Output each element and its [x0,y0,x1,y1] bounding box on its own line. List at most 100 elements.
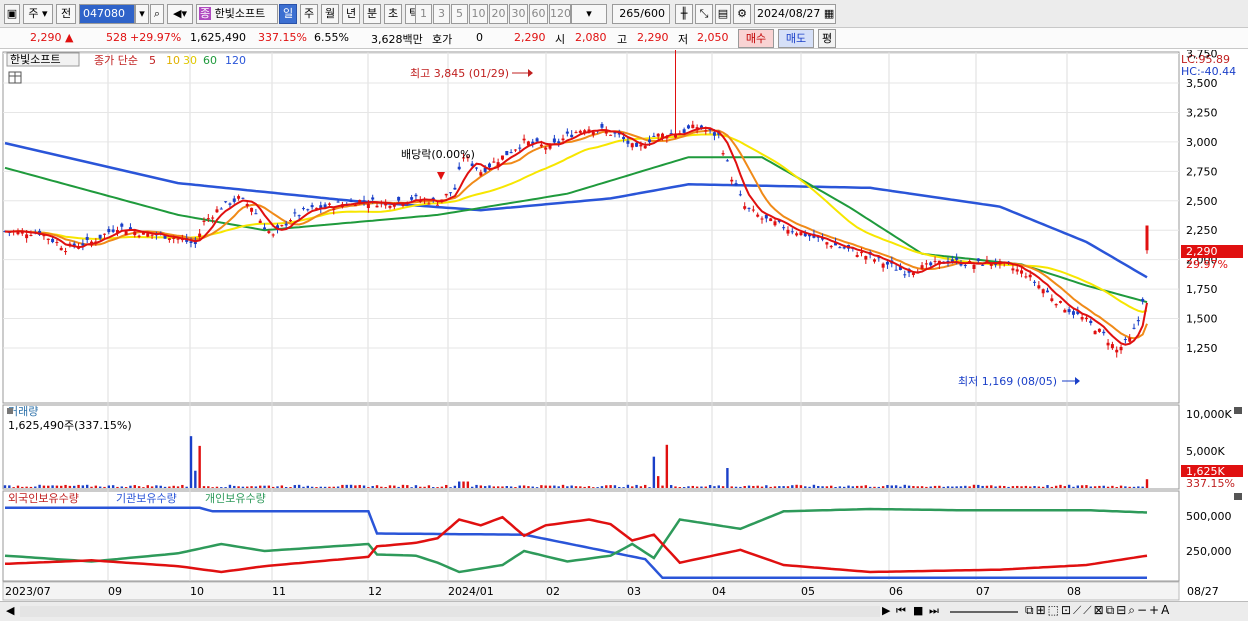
candle-body [375,205,379,208]
stock-name-field[interactable]: 종 한빛소프트 [196,4,278,24]
calendar-icon[interactable]: ▦ [824,7,834,20]
volume-bar [60,485,63,488]
x-tick-13: 08/27 [1187,585,1219,598]
chart-area[interactable]: 한빛소프트 종가 단순 5 10 30 60 120 최고 3,845 (01/… [0,42,1248,605]
period-tab-2[interactable]: 월 [321,4,339,24]
volume-bar [708,484,712,488]
search-icon[interactable]: ⌕ [150,4,164,24]
legend-ma30[interactable]: 30 [183,54,197,67]
candle-body [751,209,755,211]
save-icon[interactable]: ▤ [715,4,731,24]
date-field[interactable]: 2024/08/27 ▦ [754,4,836,24]
volume-bar [1076,485,1079,488]
volume-bar [600,486,604,488]
interval-tab-5[interactable]: 5 [451,4,468,24]
volume-bar [1115,486,1118,488]
gear-icon[interactable]: ⚙ [733,4,751,24]
period-tab-3[interactable]: 년 [342,4,360,24]
volume-bar [639,486,643,488]
interval-tab-60[interactable]: 60 [529,4,548,24]
volume-bar [466,481,470,488]
candle-body [1084,317,1088,320]
volume-bar [791,485,794,488]
chart-scrollbar[interactable]: ◀ ▶ ⏮ ■ ⏭ ⧉⊞⬚⊡⟋⟋⊠⧉⊟⌕−+A [0,601,1248,621]
interval-tab-20[interactable]: 20 [489,4,508,24]
interval-tab-1[interactable]: 1 [415,4,432,24]
interval-tab-120[interactable]: 120 [549,4,571,24]
candle-body [782,227,786,229]
chart-menu-icon[interactable]: ▣ [4,4,20,24]
buy-button[interactable]: 매수 [738,29,774,48]
zoom-slider[interactable] [950,611,1018,613]
tools-icon[interactable]: ⤡ [695,4,713,24]
volume-bar [142,487,145,488]
hoga-value: 0 [476,31,483,44]
last-page-icon[interactable]: ⏭ [929,604,939,618]
candle-body [1024,276,1028,278]
scroll-track[interactable] [20,606,880,617]
drawing-tools-icon[interactable]: ⧉⊞⬚⊡⟋⟋⊠⧉⊟⌕−+A [1025,603,1171,618]
scroll-right-icon[interactable]: ▶ [882,604,890,617]
legend-ma5[interactable]: 5 [149,54,156,67]
volume-bar [306,485,310,488]
legend-ma120[interactable]: 120 [225,54,246,67]
volume-bar [289,487,292,488]
current-price-value: 2,290 [30,31,62,44]
volume-bar [518,485,521,488]
candle-body [1054,303,1058,306]
candle-body [972,264,976,269]
current-pct-tag: 29.97% [1186,258,1228,271]
volume-panel-close-icon[interactable] [1234,407,1242,414]
candle-body [487,163,491,168]
speaker-icon[interactable]: ◀▾ [167,4,193,24]
legend-foreign[interactable]: 외국인보유수량 [8,492,79,505]
holder-panel-close-icon[interactable] [1234,493,1242,500]
candle-type-icon[interactable]: ╫ [675,4,693,24]
candle-body [565,131,569,134]
count-field[interactable]: 265/600 [612,4,670,24]
first-page-icon[interactable]: ⏮ [896,604,906,618]
prev-button[interactable]: 전 [56,4,76,24]
volume-bar [1067,484,1071,488]
sell-button[interactable]: 매도 [778,29,814,48]
interval-tab-3[interactable]: 3 [433,4,450,24]
volume-bar [825,486,829,488]
period-tab-1[interactable]: 주 [300,4,318,24]
legend-institution[interactable]: 기관보유수량 [116,492,177,505]
period-tab-5[interactable]: 초 [384,4,402,24]
volume-bar [1072,486,1075,488]
volume-bar [847,485,850,488]
volume-bar [211,487,214,488]
candle-body [371,197,375,200]
volume-bar [674,486,677,488]
volume-bar [202,486,206,488]
candle-body [630,143,634,148]
interval-tab-10[interactable]: 10 [469,4,488,24]
legend-individual[interactable]: 개인보유수량 [205,492,266,505]
stock-code-input[interactable]: 047080 [79,4,135,24]
period-unit-select[interactable]: 주 ▾ [23,4,53,24]
dividend-arrow-icon [437,172,445,180]
volume-bar [449,487,452,488]
volume-bar [29,486,33,488]
candle-body [1097,328,1101,332]
period-tab-0[interactable]: 일 [279,4,297,24]
volume-bar [458,481,461,488]
interval-dropdown[interactable]: ▾ [571,4,607,24]
candle-body [202,220,206,222]
legend-ma10[interactable]: 10 [166,54,180,67]
volume-bar [176,486,180,488]
candle-body [622,136,626,139]
chart-canvas[interactable]: 한빛소프트 종가 단순 5 10 30 60 120 최고 3,845 (01/… [0,42,1248,605]
period-tab-4[interactable]: 분 [363,4,381,24]
legend-ma60[interactable]: 60 [203,54,217,67]
eval-button[interactable]: 평 [818,29,836,48]
scroll-left-icon[interactable]: ◀ [6,604,14,617]
stop-icon[interactable]: ■ [913,604,923,617]
candle-body [591,131,595,135]
interval-tab-30[interactable]: 30 [509,4,528,24]
code-dropdown-icon[interactable]: ▾ [135,4,149,24]
volume-bar [669,485,673,488]
candle-body [730,179,734,182]
candle-body [1046,290,1050,293]
